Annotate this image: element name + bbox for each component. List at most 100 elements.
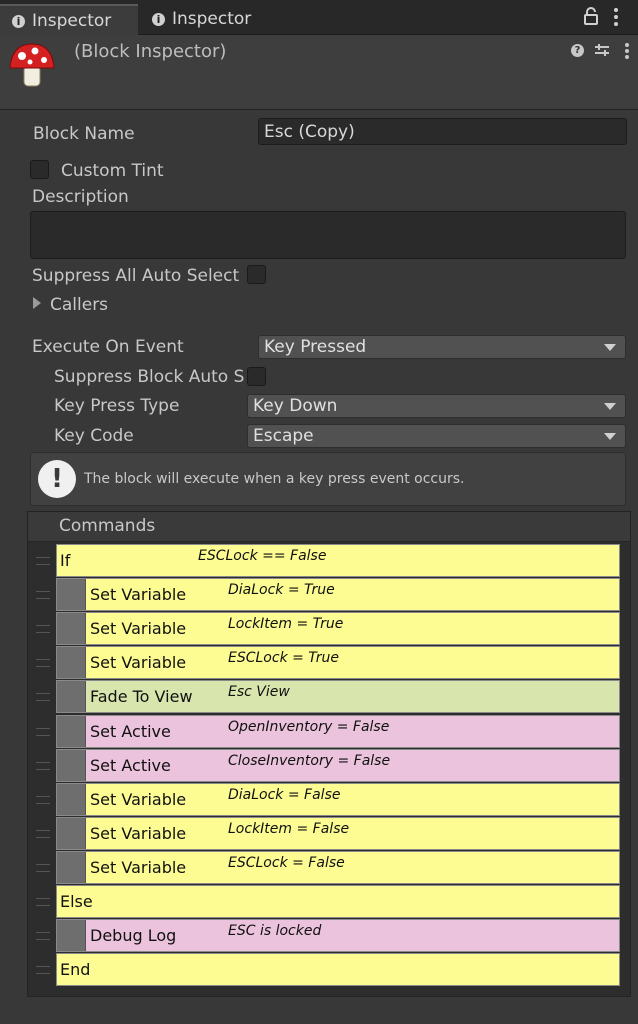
drag-handle-icon[interactable]: [36, 693, 50, 701]
command-summary: CloseInventory = False: [228, 753, 391, 769]
command-name: Fade To View: [90, 687, 193, 706]
commands-title: Commands: [59, 516, 156, 536]
command-name: Set Variable: [90, 585, 187, 604]
chevron-down-icon: [604, 402, 616, 410]
command-summary: ESC is locked: [228, 923, 322, 939]
key-code-dropdown[interactable]: Escape: [247, 424, 626, 448]
more-options-icon[interactable]: [612, 7, 620, 31]
command-row[interactable]: Set Variable LockItem = True: [56, 612, 620, 645]
command-row[interactable]: Set Active OpenInventory = False: [56, 715, 620, 748]
command-summary: ESCLock = False: [228, 855, 345, 871]
settings-sliders-icon[interactable]: [594, 42, 610, 62]
indent-block: [57, 716, 86, 747]
dropdown-value: Key Down: [253, 396, 338, 416]
command-summary: LockItem = False: [228, 821, 350, 837]
callers-foldout[interactable]: Callers: [50, 295, 108, 315]
indent-block: [57, 920, 86, 951]
help-icon[interactable]: ?: [571, 44, 584, 57]
indent-block: [57, 681, 86, 712]
command-row[interactable]: Else: [56, 885, 620, 918]
command-row[interactable]: Set Active CloseInventory = False: [56, 749, 620, 782]
command-summary: Esc View: [228, 684, 290, 700]
key-press-type-label: Key Press Type: [54, 396, 180, 416]
info-icon: i: [152, 12, 165, 26]
drag-handle-icon[interactable]: [36, 898, 50, 906]
mushroom-icon: [8, 40, 56, 94]
command-row[interactable]: Fade To View Esc View: [56, 680, 620, 713]
command-row[interactable]: If ESCLock == False: [56, 544, 620, 577]
command-summary: LockItem = True: [228, 616, 344, 632]
drag-handle-icon[interactable]: [36, 762, 50, 770]
command-name: Set Variable: [90, 653, 187, 672]
command-name: Set Variable: [90, 790, 187, 809]
page-title: (Block Inspector): [74, 41, 227, 62]
command-row[interactable]: End: [56, 953, 620, 986]
drag-handle-icon[interactable]: [36, 659, 50, 667]
drag-handle-icon[interactable]: [36, 830, 50, 838]
command-name: Debug Log: [90, 926, 177, 945]
command-summary: ESCLock = True: [228, 650, 340, 666]
help-text: The block will execute when a key press …: [84, 471, 465, 487]
indent-block: [57, 647, 86, 678]
indent-block: [57, 784, 86, 815]
command-row[interactable]: Debug Log ESC is locked: [56, 919, 620, 952]
custom-tint-checkbox[interactable]: [30, 160, 49, 179]
tab-label: Inspector: [32, 11, 112, 31]
tab-label: Inspector: [172, 9, 252, 29]
more-options-icon[interactable]: [624, 42, 630, 64]
command-name: Set Variable: [90, 858, 187, 877]
command-row[interactable]: Set Variable ESCLock = True: [56, 646, 620, 679]
drag-handle-icon[interactable]: [36, 864, 50, 872]
drag-handle-icon[interactable]: [36, 728, 50, 736]
command-row[interactable]: Set Variable DiaLock = False: [56, 783, 620, 816]
dropdown-value: Key Pressed: [264, 337, 367, 357]
command-name: If: [60, 551, 71, 570]
drag-handle-icon[interactable]: [36, 966, 50, 974]
indent-block: [57, 852, 86, 883]
execute-on-event-label: Execute On Event: [32, 337, 184, 357]
command-name: Set Variable: [90, 824, 187, 843]
command-row[interactable]: Set Variable ESCLock = False: [56, 851, 620, 884]
drag-handle-icon[interactable]: [36, 591, 50, 599]
indent-block: [57, 613, 86, 644]
drag-handle-icon[interactable]: [36, 625, 50, 633]
description-field[interactable]: [30, 211, 626, 259]
command-name: Set Active: [90, 756, 171, 775]
lock-icon[interactable]: [584, 7, 598, 29]
tab-inspector-1[interactable]: i Inspector: [0, 4, 138, 36]
execute-on-event-dropdown[interactable]: Key Pressed: [258, 335, 626, 359]
tab-inspector-2[interactable]: i Inspector: [140, 4, 280, 34]
command-summary: DiaLock = True: [228, 582, 335, 598]
block-name-field[interactable]: Esc (Copy): [258, 118, 627, 145]
command-summary: ESCLock == False: [198, 548, 327, 564]
description-label: Description: [32, 187, 129, 207]
suppress-block-label: Suppress Block Auto S: [54, 367, 244, 387]
dropdown-value: Escape: [253, 426, 314, 446]
command-row[interactable]: Set Variable LockItem = False: [56, 817, 620, 850]
indent-block: [57, 818, 86, 849]
exclamation-icon: !: [38, 460, 76, 498]
key-code-label: Key Code: [54, 426, 134, 446]
indent-block: [57, 750, 86, 781]
command-row[interactable]: Set Variable DiaLock = True: [56, 578, 620, 611]
command-name: Else: [60, 892, 93, 911]
block-name-label: Block Name: [33, 124, 135, 144]
command-name: Set Active: [90, 722, 171, 741]
drag-handle-icon[interactable]: [36, 932, 50, 940]
command-summary: OpenInventory = False: [228, 719, 390, 735]
drag-handle-icon[interactable]: [36, 796, 50, 804]
drag-handle-icon[interactable]: [36, 557, 50, 565]
command-name: Set Variable: [90, 619, 187, 638]
suppress-all-label: Suppress All Auto Select: [32, 266, 240, 286]
key-press-type-dropdown[interactable]: Key Down: [247, 394, 626, 418]
suppress-all-checkbox[interactable]: [247, 265, 266, 284]
callers-foldout-arrow-icon[interactable]: [33, 297, 41, 309]
custom-tint-label: Custom Tint: [61, 161, 164, 181]
suppress-block-checkbox[interactable]: [247, 367, 266, 386]
chevron-down-icon: [604, 343, 616, 351]
indent-block: [57, 579, 86, 610]
command-summary: DiaLock = False: [228, 787, 341, 803]
info-icon: i: [12, 14, 25, 28]
command-name: End: [60, 960, 91, 979]
chevron-down-icon: [604, 432, 616, 440]
